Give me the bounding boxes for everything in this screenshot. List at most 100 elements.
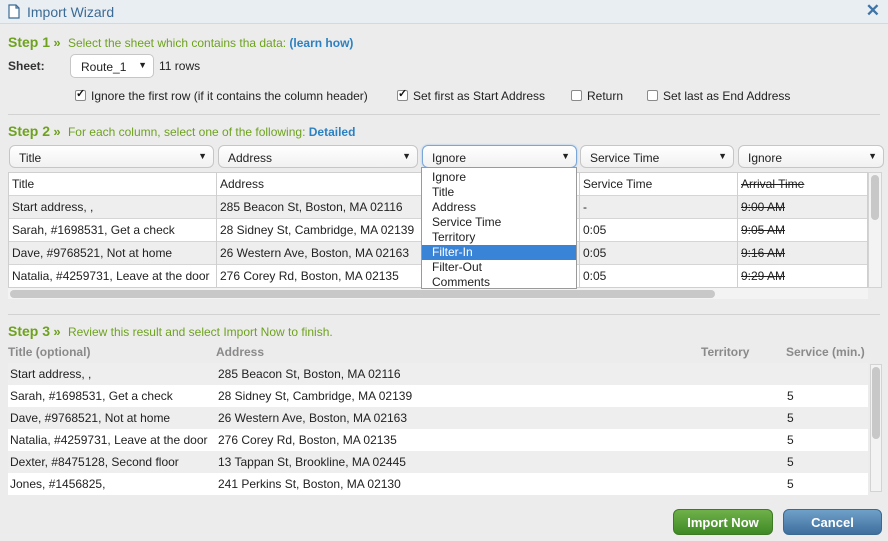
column-type-dropdown[interactable]: Ignore Title Address Service Time Territ…	[421, 167, 577, 289]
table-cell: 9:05 AM	[738, 219, 867, 242]
table-row: Dexter, #8475128, Second floor 13 Tappan…	[8, 451, 868, 473]
column-header-address: Address	[216, 345, 265, 359]
step2-label: Step 2	[8, 123, 51, 139]
column-select-value: Service Time	[590, 151, 660, 165]
table-row: Dave, #9768521, Not at home 26 Western A…	[8, 407, 868, 429]
dropdown-option[interactable]: Service Time	[422, 215, 576, 230]
table-cell: 276 Corey Rd, Boston, MA 02135	[218, 433, 397, 447]
chevron-down-icon: ▼	[198, 151, 207, 161]
table-row: Natalia, #4259731, Leave at the door 276…	[8, 429, 868, 451]
chevron-right-icon: »	[53, 35, 61, 50]
table-cell: 9:16 AM	[738, 242, 867, 265]
step1-line: Step 1 » Select the sheet which contains…	[8, 34, 353, 50]
divider	[8, 314, 880, 315]
dropdown-option[interactable]: Comments	[422, 275, 576, 290]
dropdown-option[interactable]: Territory	[422, 230, 576, 245]
checkbox-label: Return	[587, 89, 624, 103]
step3-label: Step 3	[8, 323, 51, 339]
cancel-button[interactable]: Cancel	[783, 509, 882, 535]
table-cell: Sarah, #1698531, Get a check	[9, 219, 217, 242]
return-checkbox[interactable]: Return	[571, 89, 623, 103]
chevron-down-icon: ▼	[718, 151, 727, 161]
table-cell: 28 Sidney St, Cambridge, MA 02139	[217, 219, 422, 242]
table-cell: Dave, #9768521, Not at home	[9, 242, 217, 265]
checkbox-unchecked-icon[interactable]	[647, 90, 658, 101]
column-select-1[interactable]: Title ▼	[9, 145, 214, 168]
table-row: Jones, #1456825, 241 Perkins St, Boston,…	[8, 473, 868, 495]
dropdown-option[interactable]: Ignore	[422, 170, 576, 185]
table-cell: -	[580, 196, 738, 219]
set-last-end-checkbox[interactable]: Set last as End Address	[647, 89, 790, 103]
table-cell: 9:29 AM	[738, 265, 867, 287]
checkbox-label: Ignore the first row (if it contains the…	[91, 89, 368, 103]
window-title: Import Wizard	[27, 4, 115, 20]
table-row: Start address, , 285 Beacon St, Boston, …	[8, 363, 868, 385]
table-cell: 0:05	[580, 265, 738, 287]
column-header-territory: Territory	[701, 345, 750, 359]
ignore-first-row-checkbox[interactable]: Ignore the first row (if it contains the…	[75, 87, 368, 103]
chevron-right-icon: »	[53, 124, 61, 139]
table-cell: Arrival Time	[738, 173, 867, 196]
checkbox-checked-icon[interactable]	[397, 87, 408, 101]
table-cell: 9:00 AM	[738, 196, 867, 219]
column-select-5[interactable]: Ignore ▼	[738, 145, 884, 168]
column-select-3[interactable]: Ignore ▼	[422, 145, 577, 168]
column-select-4[interactable]: Service Time ▼	[580, 145, 734, 168]
step1-text: Select the sheet which contains tha data…	[67, 36, 287, 50]
chevron-down-icon: ▼	[868, 151, 877, 161]
divider	[8, 114, 880, 115]
document-icon	[8, 4, 20, 19]
import-now-button[interactable]: Import Now	[673, 509, 773, 535]
dropdown-option[interactable]: Title	[422, 185, 576, 200]
column-select-2[interactable]: Address ▼	[218, 145, 418, 168]
column-select-value: Address	[228, 151, 273, 165]
checkbox-checked-icon[interactable]	[75, 87, 86, 101]
table-cell: 26 Western Ave, Boston, MA 02163	[217, 242, 422, 265]
set-first-start-checkbox[interactable]: Set first as Start Address	[397, 87, 545, 103]
sheet-label: Sheet:	[8, 59, 45, 73]
vertical-scrollbar[interactable]	[868, 172, 882, 288]
table-cell: Dave, #9768521, Not at home	[10, 411, 171, 425]
chevron-down-icon: ▼	[402, 151, 411, 161]
column-header-service: Service (min.)	[786, 345, 865, 359]
step1-label: Step 1	[8, 34, 51, 50]
table-cell: 26 Western Ave, Boston, MA 02163	[218, 411, 408, 425]
table-cell: Address	[217, 173, 422, 196]
table-cell: 241 Perkins St, Boston, MA 02130	[218, 477, 401, 491]
table-cell: Natalia, #4259731, Leave at the door	[9, 265, 217, 287]
table-cell: Start address, ,	[10, 367, 92, 381]
scrollbar-thumb[interactable]	[871, 175, 879, 220]
table-cell: Dexter, #8475128, Second floor	[10, 455, 179, 469]
chevron-down-icon: ▼	[561, 151, 570, 161]
table-cell: 28 Sidney St, Cambridge, MA 02139	[218, 389, 413, 403]
table-cell: Start address, ,	[9, 196, 217, 219]
table-cell: 285 Beacon St, Boston, MA 02116	[217, 196, 422, 219]
scrollbar-thumb[interactable]	[10, 290, 715, 298]
table-cell: 5	[787, 477, 794, 491]
step3-text: Review this result and select Import Now…	[67, 325, 333, 339]
dropdown-option-selected[interactable]: Filter-In	[422, 245, 576, 260]
detailed-link[interactable]: Detailed	[309, 125, 356, 139]
table-cell: 285 Beacon St, Boston, MA 02116	[218, 367, 401, 381]
column-header-title: Title (optional)	[8, 345, 91, 359]
column-select-value: Ignore	[748, 151, 783, 165]
dropdown-option[interactable]: Filter-Out	[422, 260, 576, 275]
column-select-value: Title	[19, 151, 42, 165]
result-table: Start address, , 285 Beacon St, Boston, …	[8, 363, 868, 495]
checkbox-label: Set last as End Address	[663, 89, 791, 103]
column-select-value: Ignore	[432, 151, 467, 165]
checkbox-unchecked-icon[interactable]	[571, 90, 582, 101]
table-cell: Title	[9, 173, 217, 196]
table-cell: 5	[787, 389, 794, 403]
step2-line: Step 2 » For each column, select one of …	[8, 123, 355, 139]
title-bar: Import Wizard ✕	[0, 0, 888, 24]
close-icon[interactable]: ✕	[866, 1, 880, 21]
chevron-right-icon: »	[53, 324, 61, 339]
scrollbar-thumb[interactable]	[872, 367, 880, 439]
learn-how-link[interactable]: (learn how)	[289, 36, 353, 50]
step3-line: Step 3 » Review this result and select I…	[8, 323, 333, 339]
sheet-select[interactable]: Route_1 ▼	[70, 54, 154, 78]
dropdown-option[interactable]: Address	[422, 200, 576, 215]
vertical-scrollbar[interactable]	[870, 364, 882, 492]
chevron-down-icon: ▼	[138, 60, 147, 70]
